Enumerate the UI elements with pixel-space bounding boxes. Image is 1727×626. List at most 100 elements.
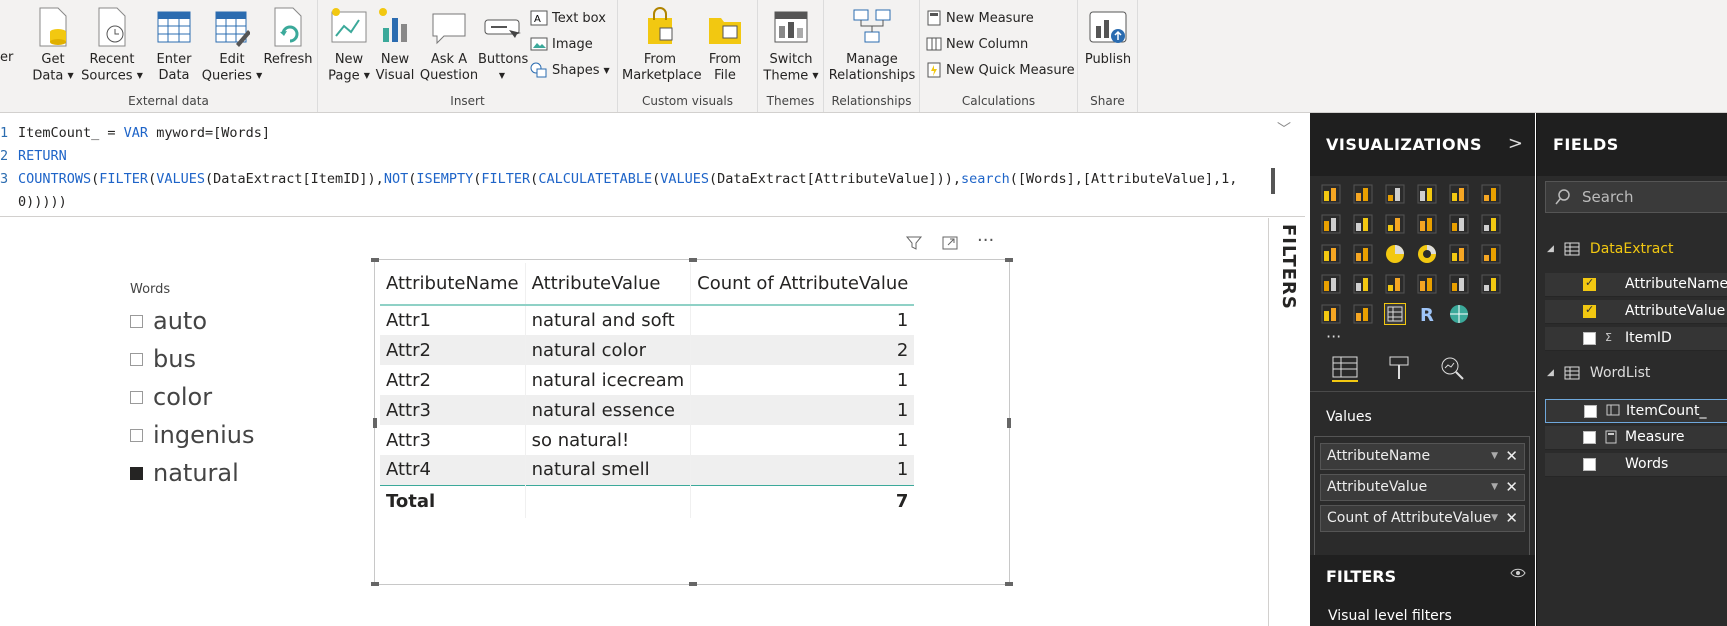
image-button[interactable]: Image: [530, 36, 593, 52]
donut-chart-icon[interactable]: [1416, 243, 1438, 265]
chevron-down-icon[interactable]: ▼: [1491, 475, 1498, 500]
line-clustered-icon[interactable]: [1448, 213, 1470, 235]
close-icon[interactable]: ✕: [1505, 444, 1518, 469]
field-attributename[interactable]: AttributeName: [1545, 273, 1727, 297]
value-well-count[interactable]: Count of AttributeValue ▼ ✕: [1320, 505, 1525, 532]
column-header[interactable]: Count of AttributeValue: [690, 263, 915, 306]
checkbox-checked[interactable]: [130, 466, 143, 480]
shapes-button[interactable]: Shapes ▼: [530, 62, 610, 78]
kpi-icon[interactable]: [1480, 273, 1502, 295]
multirow-card-icon[interactable]: [1448, 273, 1470, 295]
r-visual-icon[interactable]: R: [1416, 303, 1438, 326]
clustered-column-icon[interactable]: [1416, 183, 1438, 205]
resize-handle[interactable]: [1005, 258, 1013, 262]
more-options-icon[interactable]: ···: [977, 232, 994, 256]
resize-handle[interactable]: [371, 258, 379, 262]
get-data-button[interactable]: Get Data ▼: [28, 6, 78, 85]
treemap-icon[interactable]: [1448, 243, 1470, 265]
filter-icon[interactable]: [905, 234, 923, 256]
eye-icon[interactable]: [1510, 567, 1526, 583]
funnel-icon[interactable]: [1352, 273, 1374, 295]
checkbox[interactable]: [130, 314, 143, 328]
from-file-button[interactable]: From File: [698, 6, 752, 84]
table-row[interactable]: Attr2 natural color 2: [380, 335, 915, 365]
stacked-bar-icon[interactable]: [1320, 183, 1342, 205]
from-marketplace-button[interactable]: From Marketplace: [622, 6, 702, 84]
checkbox[interactable]: [1583, 458, 1596, 471]
table-icon[interactable]: [1352, 303, 1374, 325]
new-visual-button[interactable]: New Visual: [372, 6, 418, 84]
table-row[interactable]: Attr3 natural essence 1: [380, 395, 915, 425]
ribbon-chart-icon[interactable]: [1480, 213, 1502, 235]
refresh-button[interactable]: Refresh: [260, 6, 316, 68]
resize-handle[interactable]: [371, 582, 379, 586]
chevron-down-icon[interactable]: ▼: [1491, 506, 1498, 531]
line-chart-icon[interactable]: [1320, 213, 1342, 235]
table-row[interactable]: Attr4 natural smell 1: [380, 455, 915, 485]
checkbox[interactable]: [130, 352, 143, 366]
table-row[interactable]: Attr2 natural icecream 1: [380, 365, 915, 395]
field-itemid[interactable]: Σ ItemID: [1545, 327, 1727, 351]
close-icon[interactable]: ✕: [1505, 506, 1518, 531]
checkbox[interactable]: [130, 428, 143, 442]
filters-strip-label[interactable]: FILTERS: [1278, 224, 1299, 310]
new-measure-button[interactable]: New Measure: [926, 10, 1034, 26]
checkbox-checked[interactable]: [1583, 276, 1596, 291]
focus-mode-icon[interactable]: [941, 234, 959, 256]
area-chart-icon[interactable]: [1352, 213, 1374, 235]
clustered-bar-icon[interactable]: [1384, 183, 1406, 205]
chevron-down-icon[interactable]: ﹀: [1277, 119, 1291, 139]
slicer-icon[interactable]: [1320, 303, 1342, 325]
paint-roller-icon[interactable]: [1384, 354, 1414, 382]
100-column-icon[interactable]: [1480, 183, 1502, 205]
close-icon[interactable]: ✕: [1505, 475, 1518, 500]
field-attributevalue[interactable]: AttributeValue: [1545, 300, 1727, 324]
table-wordlist[interactable]: ◢ WordList: [1547, 361, 1650, 385]
checkbox[interactable]: [1583, 431, 1596, 444]
edit-queries-button[interactable]: Edit Queries ▼: [200, 6, 264, 85]
value-well-attributevalue[interactable]: AttributeValue ▼ ✕: [1320, 474, 1525, 501]
fields-tab-icon[interactable]: [1330, 354, 1360, 382]
collapse-triangle-icon[interactable]: ◢: [1547, 368, 1554, 378]
filled-map-icon[interactable]: [1320, 273, 1342, 295]
enter-data-button[interactable]: Enter Data: [146, 6, 202, 84]
gauge-icon[interactable]: [1384, 273, 1406, 295]
waterfall-icon[interactable]: [1320, 243, 1342, 265]
pie-chart-icon[interactable]: [1384, 243, 1406, 265]
collapse-triangle-icon[interactable]: ◢: [1547, 244, 1554, 254]
resize-handle[interactable]: [1005, 582, 1013, 586]
checkbox[interactable]: [1584, 405, 1597, 418]
switch-theme-button[interactable]: Switch Theme ▼: [762, 6, 820, 85]
resize-handle[interactable]: [1007, 418, 1011, 428]
slicer-item-color[interactable]: color: [130, 383, 212, 411]
card-icon[interactable]: [1416, 273, 1438, 295]
slicer-item-bus[interactable]: bus: [130, 345, 196, 373]
fields-search-input[interactable]: Search: [1545, 181, 1727, 213]
line-column-icon[interactable]: [1416, 213, 1438, 235]
stacked-area-icon[interactable]: [1384, 213, 1406, 235]
table-row[interactable]: Attr1 natural and soft 1: [380, 305, 915, 335]
slicer-item-ingenius[interactable]: ingenius: [130, 421, 254, 449]
field-itemcount[interactable]: ItemCount_: [1545, 399, 1727, 423]
scatter-icon[interactable]: [1352, 243, 1374, 265]
field-words[interactable]: Words: [1545, 453, 1727, 477]
100-bar-icon[interactable]: [1448, 183, 1470, 205]
analytics-magnifier-icon[interactable]: [1438, 354, 1468, 382]
column-header[interactable]: AttributeValue: [524, 263, 691, 306]
checkbox-checked[interactable]: [1583, 303, 1596, 318]
buttons-button[interactable]: Buttons ▼: [478, 6, 528, 85]
new-page-button[interactable]: New Page ▼: [324, 6, 374, 85]
text-box-button[interactable]: A Text box: [530, 10, 606, 26]
resize-handle[interactable]: [689, 258, 697, 262]
formula-bar[interactable]: 1 ItemCount_ = VAR myword=[Words] 2 RETURN…: [0, 113, 1305, 217]
resize-handle[interactable]: [689, 582, 697, 586]
slicer-item-natural[interactable]: natural: [130, 459, 239, 487]
stacked-column-icon[interactable]: [1352, 183, 1374, 205]
table-row[interactable]: Attr3 so natural! 1: [380, 425, 915, 455]
slicer-item-auto[interactable]: auto: [130, 307, 207, 335]
recent-sources-button[interactable]: Recent Sources ▼: [74, 6, 150, 85]
globe-icon[interactable]: [1448, 303, 1470, 325]
column-header[interactable]: AttributeName: [380, 263, 526, 306]
value-well-attributename[interactable]: AttributeName ▼ ✕: [1320, 443, 1525, 470]
table-dataextract[interactable]: ◢ DataExtract: [1547, 237, 1674, 261]
